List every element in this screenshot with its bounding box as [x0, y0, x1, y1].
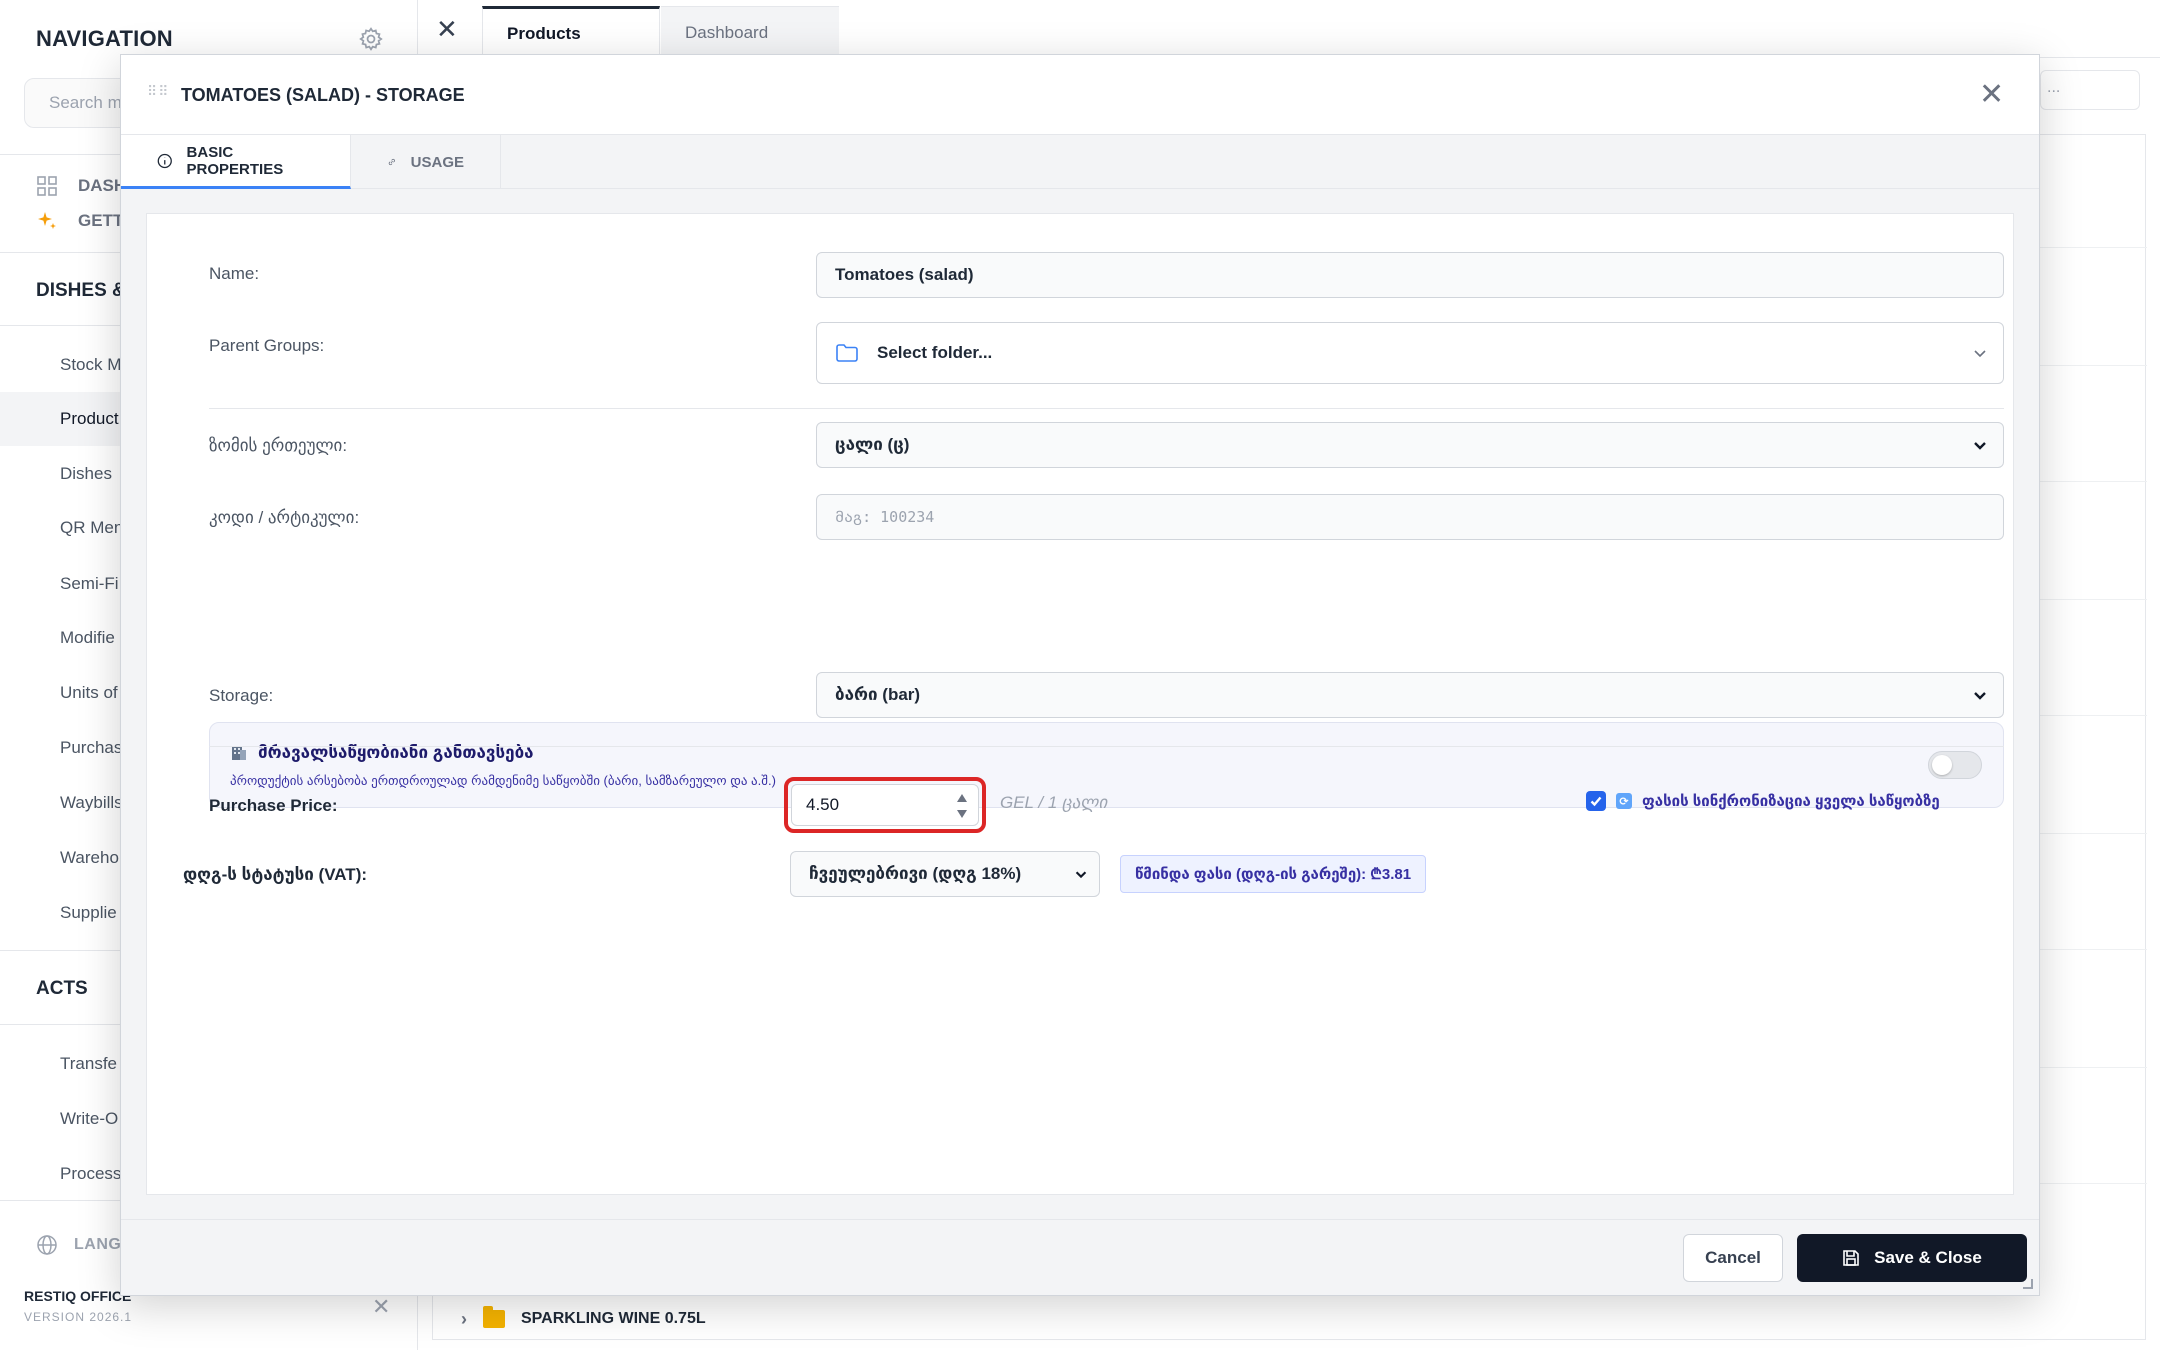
dialog-title: TOMATOES (SALAD) - STORAGE	[181, 85, 465, 105]
tab-dashboard[interactable]: Dashboard	[661, 6, 839, 58]
vat-select[interactable]: ჩვეულებრივი (დღგ 18%)	[790, 851, 1100, 897]
tab-label: USAGE	[410, 153, 464, 171]
multi-storage-toggle[interactable]	[1928, 751, 1982, 779]
sidebar-item-write-offs[interactable]: Write-O	[60, 1109, 118, 1129]
vat-label: დღგ-ს სტატუსი (VAT):	[183, 865, 368, 884]
net-price-badge: წმინდა ფასი (დღგ-ის გარეშე): ₾3.81	[1120, 855, 1427, 893]
link-icon	[388, 158, 395, 166]
multi-storage-description: პროდუქტის არსებობა ერთდროულად რამდენიმე …	[230, 773, 776, 788]
divider	[209, 746, 2004, 747]
chevron-down-icon	[1974, 442, 1986, 450]
close-icon[interactable]: ✕	[1979, 77, 2004, 112]
language-selector[interactable]: LANGU	[36, 1234, 133, 1256]
brand-name: RESTIQ OFFICE	[24, 1288, 132, 1304]
checkmark-icon	[1590, 796, 1602, 807]
price-unit: GEL / 1 ცალი	[1000, 793, 1108, 812]
sidebar-item-stock[interactable]: Stock M	[60, 355, 121, 375]
sidebar-item-semi-finished[interactable]: Semi-Fi	[60, 574, 119, 594]
sidebar-item-dishes[interactable]: Dishes	[60, 464, 112, 484]
tab-basic-properties[interactable]: BASIC PROPERTIES	[121, 135, 351, 189]
chevron-right-icon[interactable]: ›	[461, 1309, 467, 1330]
close-icon[interactable]: ✕	[372, 1294, 390, 1320]
dialog-footer: Cancel Save & Close	[121, 1219, 2039, 1295]
purchase-price-value: 4.50	[806, 795, 840, 814]
folder-icon	[836, 344, 858, 362]
purchase-price-label: Purchase Price:	[209, 796, 338, 815]
sidebar-item-warehouses[interactable]: Wareho	[60, 848, 119, 868]
sidebar-item-purchases[interactable]: Purchas	[60, 738, 122, 758]
nav-search-placeholder: Search m	[49, 93, 122, 112]
product-dialog: ⠿⠿ TOMATOES (SALAD) - STORAGE ✕ BASIC PR…	[120, 54, 2040, 1296]
vat-select-value: ჩვეულებრივი (დღგ 18%)	[809, 864, 1022, 883]
storage-select-value: ბარი (bar)	[835, 685, 921, 704]
name-input-value: Tomatoes (salad)	[835, 265, 974, 284]
dialog-header: ⠿⠿ TOMATOES (SALAD) - STORAGE ✕	[121, 55, 2039, 135]
stepper-icon[interactable]	[956, 793, 968, 819]
sidebar-link-dashboard[interactable]: DASH	[36, 175, 126, 197]
chevron-down-icon	[1974, 350, 1986, 358]
save-icon	[1843, 1250, 1859, 1266]
dashboard-grid-icon	[36, 175, 58, 197]
price-sync-checkbox[interactable]	[1586, 791, 1606, 811]
unit-select-value: ცალი (ც)	[835, 435, 910, 454]
table-row-label: SPARKLING WINE 0.75L	[521, 1310, 706, 1327]
tab-label: BASIC PROPERTIES	[186, 143, 284, 178]
code-label: კოდი / არტიკული:	[209, 508, 360, 527]
price-sync-label: ფასის სინქრონიზაცია ყველა საწყობზე	[1642, 793, 1940, 810]
sidebar-item-transfers[interactable]: Transfe	[60, 1054, 117, 1074]
version-label: VERSION 2026.1	[24, 1310, 133, 1324]
sidebar-item-suppliers[interactable]: Supplie	[60, 903, 117, 923]
close-tabs-icon[interactable]: ✕	[436, 14, 458, 45]
code-input-placeholder: მაგ: 100234	[835, 508, 935, 526]
unit-select[interactable]: ცალი (ც)	[816, 422, 2004, 468]
drag-handle-icon[interactable]: ⠿⠿	[147, 84, 169, 100]
sidebar-item-waybills[interactable]: Waybills	[60, 793, 123, 813]
nav-title: NAVIGATION	[36, 26, 173, 51]
sidebar-section-dishes[interactable]: DISHES &	[36, 280, 126, 302]
tab-usage[interactable]: USAGE	[351, 135, 501, 189]
storage-select[interactable]: ბარი (bar)	[816, 672, 2004, 718]
purchase-price-input[interactable]: 4.50	[791, 784, 979, 826]
tab-bar: ✕ Products Dashboard	[418, 0, 2160, 58]
chevron-down-icon	[1974, 692, 1986, 700]
gear-icon[interactable]	[358, 26, 384, 52]
globe-icon	[37, 1235, 57, 1255]
save-close-label: Save & Close	[1874, 1248, 1982, 1267]
code-input[interactable]: მაგ: 100234	[816, 494, 2004, 540]
sidebar-link-getting-started[interactable]: GETTI	[36, 210, 128, 232]
name-label: Name:	[209, 264, 260, 283]
parent-groups-label: Parent Groups:	[209, 336, 325, 355]
divider	[209, 408, 2004, 409]
sidebar-item-modifiers[interactable]: Modifie	[60, 628, 115, 648]
name-input[interactable]: Tomatoes (salad)	[816, 252, 2004, 298]
sidebar-item-processing[interactable]: Processi	[60, 1164, 125, 1184]
folder-icon	[483, 1306, 505, 1328]
properties-panel: Name: Tomatoes (salad) Parent Groups: Se…	[146, 213, 2014, 1195]
unit-label: ზომის ერთეული:	[209, 436, 348, 455]
parent-groups-select[interactable]: Select folder...	[816, 322, 2004, 384]
cancel-button[interactable]: Cancel	[1683, 1234, 1783, 1282]
list-search-input[interactable]: ...	[2040, 70, 2140, 110]
sidebar-item-qr-menu[interactable]: QR Men	[60, 518, 123, 538]
purchase-price-highlight: 4.50	[784, 777, 986, 833]
storage-label: Storage:	[209, 686, 274, 705]
tab-products[interactable]: Products	[482, 6, 660, 58]
info-circle-icon	[157, 153, 172, 168]
sync-icon: ⟳	[1616, 793, 1632, 809]
sidebar-item-units[interactable]: Units of	[60, 683, 118, 703]
resize-handle-icon[interactable]	[2023, 1279, 2033, 1289]
sidebar-item-products[interactable]: Product	[60, 409, 119, 429]
table-row[interactable]: › SPARKLING WINE 0.75L	[433, 1297, 2147, 1341]
price-sync-option[interactable]: ⟳ ფასის სინქრონიზაცია ყველა საწყობზე	[1586, 791, 1940, 811]
sparkle-icon	[36, 210, 58, 232]
chevron-down-icon	[1075, 871, 1087, 879]
dialog-tabs: BASIC PROPERTIES USAGE	[121, 135, 2039, 189]
parent-groups-value: Select folder...	[877, 343, 993, 362]
save-close-button[interactable]: Save & Close	[1797, 1234, 2027, 1282]
sidebar-section-acts[interactable]: ACTS	[36, 978, 88, 1000]
sidebar-link-label: DASH	[78, 176, 127, 195]
